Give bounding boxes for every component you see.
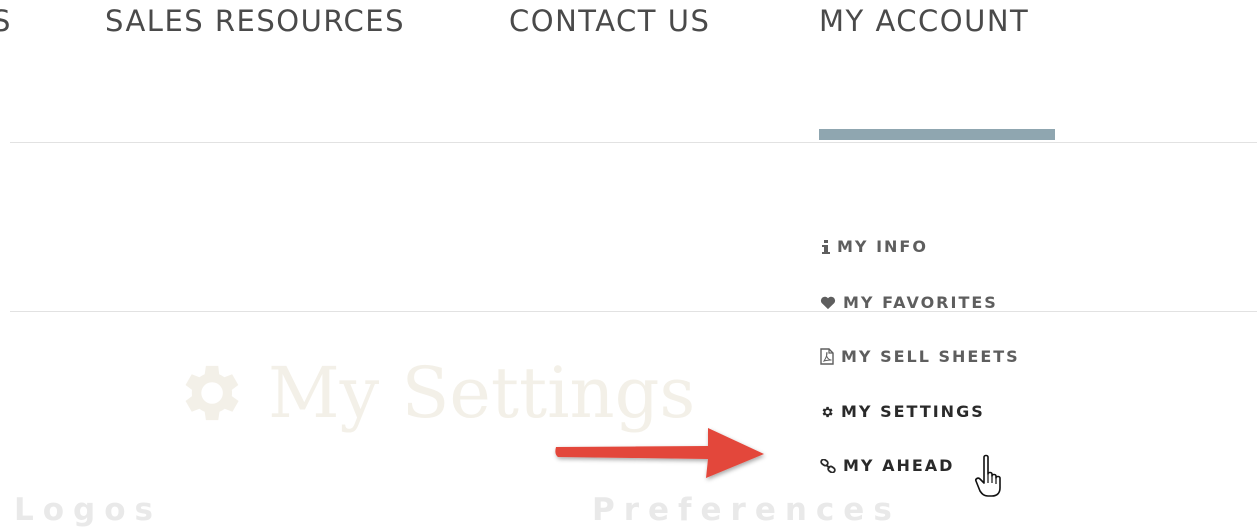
nav-item-sales-resources[interactable]: SALES RESOURCES (105, 4, 405, 38)
gear-icon (185, 365, 239, 421)
menu-item-my-favorites[interactable]: MY FAVORITES (819, 293, 998, 312)
active-nav-indicator (819, 129, 1055, 140)
nav-item-my-account[interactable]: MY ACCOUNT (819, 4, 1029, 38)
menu-item-label: MY INFO (837, 237, 928, 256)
pdf-file-icon (819, 348, 835, 366)
hand-cursor-icon (975, 454, 1001, 497)
info-icon (819, 239, 833, 254)
menu-item-my-info[interactable]: MY INFO (819, 237, 928, 256)
menu-item-my-ahead[interactable]: MY AHEAD (819, 456, 954, 475)
menu-item-my-sell-sheets[interactable]: MY SELL SHEETS (819, 347, 1020, 366)
section-preferences-heading: Preferences (592, 492, 901, 528)
heart-icon (819, 296, 837, 310)
link-icon (819, 458, 837, 473)
page: S SALES RESOURCES CONTACT US MY ACCOUNT … (0, 0, 1257, 529)
menu-item-label: MY SETTINGS (841, 402, 985, 421)
nav-item-partial[interactable]: S (0, 4, 12, 38)
menu-item-label: MY FAVORITES (843, 293, 998, 312)
header-divider (10, 142, 1257, 143)
page-heading: My Settings (172, 352, 695, 434)
content-divider (10, 311, 1257, 312)
gear-icon (819, 405, 835, 419)
menu-item-my-settings[interactable]: MY SETTINGS (819, 402, 985, 421)
section-logos-heading: Logos (14, 492, 162, 528)
menu-item-label: MY SELL SHEETS (841, 347, 1020, 366)
nav-item-contact-us[interactable]: CONTACT US (509, 4, 710, 38)
menu-item-label: MY AHEAD (843, 456, 955, 475)
page-title: My Settings (268, 352, 696, 434)
annotation-arrow-icon (555, 428, 764, 478)
